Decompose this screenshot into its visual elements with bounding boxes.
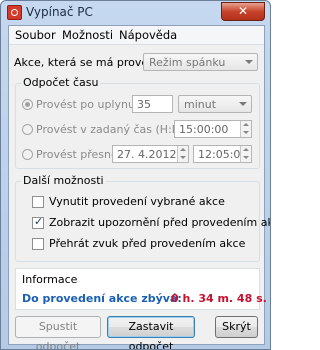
show-warning-label: Zobrazit upozornění před provedením akce [49,216,271,229]
action-select-value: Režim spánku [149,56,226,69]
exact-label: Provést přesně [36,148,118,161]
unit-select[interactable]: minut [178,95,252,113]
close-button[interactable]: ✕ [221,2,265,21]
remaining-label: Do provedení akce zbývá: [22,292,182,305]
hide-button[interactable]: Skrýt [215,316,258,338]
at-time-value: 15:00:00 [179,123,229,136]
app-window: Vypínač PC ✕ Soubor Možnosti Nápověda Ak… [0,0,271,350]
menu-napoveda[interactable]: Nápověda [119,28,177,42]
unit-select-value: minut [184,98,217,111]
info-title: Informace [22,273,78,286]
action-select[interactable]: Režim spánku [143,53,258,71]
after-value: 35 [137,98,151,111]
stop-countdown-button[interactable]: Zastavit odpočet [107,316,195,349]
show-warning-checkbox[interactable] [32,215,44,229]
countdown-group-title: Odpočet času [21,76,101,89]
window-title: Vypínač PC [26,5,93,19]
chevron-down-icon [245,60,253,64]
info-panel: Informace Do provedení akce zbývá: 0 h. … [15,268,267,310]
start-countdown-button[interactable]: Spustit odpočet [15,316,101,349]
exact-time-input[interactable]: 12:05:02 [193,145,252,163]
play-sound-label: Přehrát zvuk před provedením akce [49,237,246,250]
menu-bar: Soubor Možnosti Nápověda [9,26,264,45]
title-bar[interactable]: Vypínač PC ✕ [1,1,270,23]
radio-after[interactable] [22,99,33,110]
action-label: Akce, která se má provést: [14,56,162,69]
force-action-checkbox[interactable] [32,196,44,208]
spinner-icon[interactable] [240,146,251,162]
after-label: Provést po uplynutí [36,98,143,111]
exact-date-value: 27. 4.2012 [117,148,177,161]
exact-date-input[interactable]: 27. 4.2012 [112,145,189,163]
radio-at-time[interactable] [22,124,33,135]
radio-exact[interactable] [22,149,33,160]
force-action-label: Vynutit provedení vybrané akce [49,195,225,208]
client-area: Soubor Možnosti Nápověda Akce, která se … [8,25,270,349]
power-icon [7,5,22,20]
play-sound-checkbox[interactable] [32,238,44,250]
calendar-dropdown-icon[interactable] [177,146,188,162]
at-time-input[interactable]: 15:00:00 [174,120,252,138]
remaining-time: 0 h. 34 m. 48 s. [171,292,267,305]
at-time-label: Provést v zadaný čas (H:M:S) [36,123,197,136]
more-options-group: Další možnosti Vynutit provedení vybrané… [15,174,270,262]
chevron-down-icon [239,102,247,106]
more-options-group-title: Další možnosti [21,174,106,187]
menu-soubor[interactable]: Soubor [15,28,56,42]
after-value-input[interactable]: 35 [132,95,173,113]
menu-moznosti[interactable]: Možnosti [62,28,113,42]
spinner-icon[interactable] [240,121,251,137]
countdown-group: Odpočet času Provést po uplynutí 35 minu… [15,76,260,169]
